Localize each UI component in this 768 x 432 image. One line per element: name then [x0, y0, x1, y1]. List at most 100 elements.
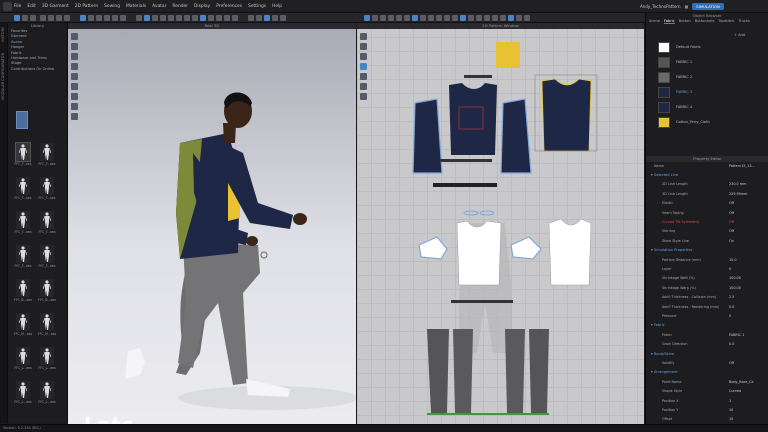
- toolbar-tool-icon[interactable]: [22, 15, 28, 21]
- avatar-thumbnail[interactable]: [15, 142, 31, 162]
- property-row[interactable]: Curved Tilt Symmetry Off: [646, 220, 768, 228]
- toolbar-2d-tool-icon[interactable]: [380, 15, 386, 21]
- modular-tab[interactable]: MODULAR CONFIGURATOR: [1, 53, 5, 100]
- property-row[interactable]: 3D Line Length 229.99mm: [646, 192, 768, 200]
- tab-scene[interactable]: Scene: [649, 19, 660, 24]
- simulation-button[interactable]: SIMULATION: [692, 3, 724, 10]
- 3d-viewport[interactable]: Real 3D Latc: [68, 23, 356, 424]
- fabric-swatch[interactable]: [658, 72, 670, 83]
- tab-button[interactable]: Button: [679, 19, 691, 24]
- tab-fabric[interactable]: Fabric: [663, 19, 675, 24]
- toolbar-tool-icon[interactable]: [120, 15, 126, 21]
- menu-item-preferences[interactable]: Preferences: [216, 4, 242, 9]
- toolbar-tool-icon[interactable]: [224, 15, 230, 21]
- toolbar-2d-tool-icon[interactable]: [460, 15, 466, 21]
- property-row[interactable]: Elastic Off: [646, 201, 768, 209]
- property-value[interactable]: Pattern15_13...: [729, 164, 755, 168]
- property-row[interactable]: Show Style Line On: [646, 239, 768, 247]
- property-row[interactable]: Position Y 10: [646, 408, 768, 416]
- menu-item-edit[interactable]: Edit: [27, 4, 36, 9]
- menu-item-materials[interactable]: Materials: [126, 4, 146, 9]
- toolbar-2d-tool-icon[interactable]: [412, 15, 418, 21]
- toolbar-tool-icon[interactable]: [104, 15, 110, 21]
- toolbar-tool-icon[interactable]: [256, 15, 262, 21]
- property-value[interactable]: 229.99mm: [729, 192, 747, 196]
- menu-item-3d-garment[interactable]: 3D Garment: [42, 4, 69, 9]
- property-value[interactable]: 1: [729, 399, 731, 403]
- toolbar-tool-icon[interactable]: [200, 15, 206, 21]
- user-name[interactable]: Andy_TechnoPattern: [640, 4, 681, 9]
- toolbar-tool-icon[interactable]: [80, 15, 86, 21]
- toolbar-tool-icon[interactable]: [192, 15, 198, 21]
- property-value[interactable]: 10: [729, 417, 733, 421]
- add-fabric-button[interactable]: + Add: [734, 33, 745, 37]
- toolbar-2d-tool-icon[interactable]: [516, 15, 522, 21]
- property-row[interactable]: Shape Style Curved: [646, 389, 768, 397]
- menu-item-sewing[interactable]: Sewing: [104, 4, 120, 9]
- property-row[interactable]: Particle Distance (mm) 10.0: [646, 258, 768, 266]
- toolbar-2d-tool-icon[interactable]: [372, 15, 378, 21]
- property-section[interactable]: ▾ Selected Line: [651, 173, 678, 177]
- property-row[interactable]: Position X 1: [646, 399, 768, 407]
- toolbar-tool-icon[interactable]: [88, 15, 94, 21]
- toolbar-2d-tool-icon[interactable]: [508, 15, 514, 21]
- fabric-swatch[interactable]: [658, 57, 670, 68]
- library-folder-icon[interactable]: [16, 111, 28, 129]
- fabric-name[interactable]: Default Fabric: [676, 45, 701, 49]
- property-row[interactable]: Grain Direction 0.0: [646, 342, 768, 350]
- toolbar-2d-tool-icon[interactable]: [364, 15, 370, 21]
- toolbar-tool-icon[interactable]: [48, 15, 54, 21]
- property-row[interactable]: Add'l Thickness - Rendering (mm) 0.0: [646, 305, 768, 313]
- avatar-thumbnail[interactable]: [40, 381, 54, 399]
- toolbar-tool-icon[interactable]: [56, 15, 62, 21]
- property-row[interactable]: Shrinkage Warp (%) 100.00: [646, 286, 768, 294]
- avatar-thumbnail[interactable]: [40, 347, 54, 365]
- property-value[interactable]: FABRIC 1: [729, 333, 744, 337]
- toolbar-2d-tool-icon[interactable]: [388, 15, 394, 21]
- avatar-thumbnail[interactable]: [16, 279, 30, 297]
- menu-item-render[interactable]: Render: [172, 4, 188, 9]
- fabric-name[interactable]: FABRIC 3: [676, 90, 692, 94]
- avatar-thumbnail[interactable]: [40, 313, 54, 331]
- property-row[interactable]: Layer 0: [646, 267, 768, 275]
- property-value[interactable]: Off: [729, 201, 734, 205]
- toolbar-tool-icon[interactable]: [232, 15, 238, 21]
- property-name-row[interactable]: Name Pattern15_13...: [646, 164, 768, 172]
- toolbar-tool-icon[interactable]: [96, 15, 102, 21]
- toolbar-2d-tool-icon[interactable]: [500, 15, 506, 21]
- toolbar-2d-tool-icon[interactable]: [476, 15, 482, 21]
- toolbar-tool-icon[interactable]: [264, 15, 270, 21]
- property-value[interactable]: 100.00: [729, 276, 741, 280]
- toolbar-2d-tool-icon[interactable]: [524, 15, 530, 21]
- fabric-swatch[interactable]: [658, 87, 670, 98]
- property-section[interactable]: ▾ Simulation Properties: [651, 248, 692, 252]
- toolbar-tool-icon[interactable]: [280, 15, 286, 21]
- avatar-thumbnail[interactable]: [40, 279, 54, 297]
- menu-item-avatar[interactable]: Avatar: [152, 4, 166, 9]
- menu-item-file[interactable]: File: [14, 4, 21, 9]
- camera-icon[interactable]: ■: [685, 4, 689, 9]
- toolbar-tool-icon[interactable]: [30, 15, 36, 21]
- fabric-name[interactable]: Cotton_Terry_Cloth: [676, 120, 710, 124]
- property-row[interactable]: Add'l Thickness - Collision (mm) 2.5: [646, 295, 768, 303]
- property-row[interactable]: Seam Taping Off: [646, 211, 768, 219]
- toolbar-2d-tool-icon[interactable]: [420, 15, 426, 21]
- toolbar-tool-icon[interactable]: [160, 15, 166, 21]
- toolbar-tool-icon[interactable]: [168, 15, 174, 21]
- fabric-swatch[interactable]: [658, 117, 670, 128]
- avatar-thumbnail[interactable]: [40, 211, 54, 229]
- toolbar-tool-icon[interactable]: [144, 15, 150, 21]
- property-section[interactable]: ▾ Fabric: [651, 323, 665, 327]
- avatar-thumbnail[interactable]: [40, 245, 54, 263]
- toolbar-tool-icon[interactable]: [112, 15, 118, 21]
- 2d-pattern-window[interactable]: 2D Pattern Window: [357, 23, 644, 424]
- avatar-thumbnail[interactable]: [16, 313, 30, 331]
- avatar-thumbnail[interactable]: [40, 143, 54, 161]
- toolbar-tool-icon[interactable]: [136, 15, 142, 21]
- toolbar-2d-tool-icon[interactable]: [468, 15, 474, 21]
- library-nav-item[interactable]: Contributions On Online: [8, 67, 67, 72]
- toolbar-tool-icon[interactable]: [248, 15, 254, 21]
- property-row[interactable]: Shrinkage Weft (%) 100.00: [646, 276, 768, 284]
- fabric-swatch[interactable]: [658, 42, 670, 53]
- property-row[interactable]: Fabric FABRIC 1: [646, 333, 768, 341]
